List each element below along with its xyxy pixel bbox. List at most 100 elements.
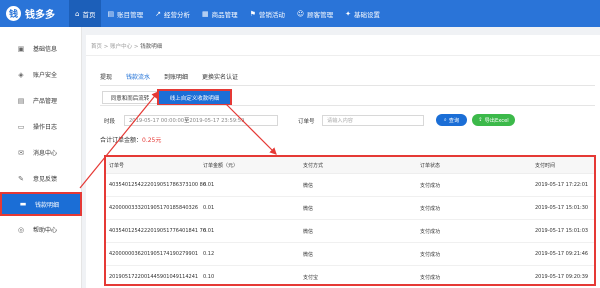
analytics-icon: ↗ (155, 9, 161, 18)
top-navbar: 钱 钱多多 ⌂ 首页 ▤ 账目管理 ↗ 经营分析 ▦ 商品管理 ⚑ 营销活动 ☺ 顾客管理 … (0, 0, 600, 27)
wallet-icon: ▬ (19, 200, 27, 208)
ledger-icon: ▤ (107, 9, 115, 18)
sidebar-item-products[interactable]: ▤ 产品管理 (0, 90, 82, 111)
cell-pay-method: 微信 (303, 252, 314, 258)
subtab-standard-flow[interactable]: 同意和而后流转 (102, 91, 158, 104)
tab-withdraw[interactable]: 提现 (100, 72, 112, 86)
cell-pay-time: 2019-05-17 09:20:39 (535, 274, 589, 280)
cell-amount: 0.10 (203, 274, 215, 280)
nav-item-marketing[interactable]: ⚑ 营销活动 (244, 0, 291, 27)
nav-item-goods[interactable]: ▦ 商品管理 (196, 0, 244, 27)
cell-status: 支付成功 (420, 229, 441, 235)
nav-label: 账目管理 (117, 10, 144, 19)
flag-icon: ⚑ (249, 9, 256, 18)
tab-arrival-detail[interactable]: 到账明细 (164, 72, 188, 86)
cell-order-no: 4035401254222019051776401841 76 (109, 228, 207, 234)
sidebar-item-help[interactable]: ◎ 帮助中心 (0, 219, 82, 240)
nav-label: 顾客管理 (307, 10, 334, 19)
cell-pay-method: 支付宝 (303, 275, 319, 281)
table-row[interactable]: 4200000036201905174190279901 0.12 微信 支付成… (106, 243, 594, 266)
sidebar-item-label: 账户安全 (33, 72, 58, 79)
total-label: 合计订单金额： (100, 137, 143, 144)
settings-icon: ✦ (345, 9, 352, 18)
message-icon: ✉ (18, 148, 24, 157)
nav-label: 首页 (82, 10, 96, 19)
time-label: 时段 (104, 119, 116, 125)
subtab-custom-payment-detail[interactable]: 线上自定义收款明细 (157, 89, 232, 106)
breadcrumb-current: 钱款明细 (140, 44, 163, 50)
sidebar-item-log[interactable]: ▭ 操作日志 (0, 116, 82, 137)
log-icon: ▭ (17, 122, 25, 131)
cell-pay-method: 微信 (303, 183, 314, 189)
table-row[interactable]: 2019051722001445901049114241 0.10 支付宝 支付… (106, 266, 594, 288)
cell-status: 支付成功 (420, 252, 441, 258)
nav-item-ledger[interactable]: ▤ 账目管理 (101, 0, 149, 27)
table-header: 订单号 订单金额（元） 支付方式 订单状态 支付时间 (106, 157, 594, 174)
sidebar-item-label: 意见反馈 (33, 176, 58, 183)
help-icon: ◎ (17, 225, 25, 234)
export-excel-button[interactable]: ⇪ 导出Excel (472, 114, 515, 126)
cell-amount: 0.01 (203, 205, 215, 211)
feedback-icon: ✎ (18, 174, 24, 183)
sidebar-item-messages[interactable]: ✉ 消息中心 (0, 142, 82, 163)
cell-pay-time: 2019-05-17 17:22:01 (535, 182, 589, 188)
tab-bar: 提现 钱款流水 到账明细 更换实名认证 (100, 72, 252, 86)
cell-amount: 0.01 (203, 228, 215, 234)
breadcrumb-account[interactable]: 账户中心 (110, 44, 132, 50)
tab-change-verification[interactable]: 更换实名认证 (202, 72, 238, 86)
nav-label: 经营分析 (163, 10, 190, 19)
tab-underline (100, 85, 595, 86)
cell-pay-time: 2019-05-17 15:01:03 (535, 228, 589, 234)
sidebar-item-label: 操作日志 (33, 124, 58, 131)
brand-logo[interactable]: 钱 钱多多 (6, 6, 55, 21)
header-order-no[interactable]: 订单号 (109, 162, 124, 169)
main-nav: ⌂ 首页 ▤ 账目管理 ↗ 经营分析 ▦ 商品管理 ⚑ 营销活动 ☺ 顾客管理 ✦ 基础设置 (69, 0, 386, 27)
sidebar-item-funds-detail[interactable]: ▬ 钱款明细 (0, 192, 82, 216)
goods-icon: ▦ (201, 9, 209, 18)
tab-fund-flow[interactable]: 钱款流水 (126, 72, 151, 86)
nav-item-customers[interactable]: ☺ 顾客管理 (291, 0, 339, 27)
cell-order-no: 4035401254222019051786373100 86 (109, 182, 207, 188)
cell-pay-time: 2019-05-17 09:21:46 (535, 251, 589, 257)
cell-status: 支付成功 (420, 206, 441, 212)
breadcrumb-home[interactable]: 首页 (91, 44, 102, 50)
sidebar-item-basic-info[interactable]: ▣ 基础信息 (0, 38, 82, 59)
table-row[interactable]: 4035401254222019051776401841 76 0.01 微信 … (106, 220, 594, 243)
sidebar-item-feedback[interactable]: ✎ 意见反馈 (0, 168, 82, 189)
sidebar-item-label: 产品管理 (33, 98, 58, 105)
order-number-input[interactable]: 请输入内容 (322, 115, 424, 126)
cell-order-no: 4200000333201905170185840326 (109, 205, 199, 211)
sidebar-item-label: 基础信息 (33, 46, 58, 53)
info-icon: ▣ (17, 44, 25, 53)
nav-label: 商品管理 (211, 10, 238, 19)
breadcrumb-separator: > (133, 44, 139, 50)
user-icon: ☺ (296, 9, 305, 18)
cell-order-no: 4200000036201905174190279901 (109, 251, 199, 257)
date-end: 2019-05-17 23:59:59 (189, 117, 245, 124)
sidebar: ▣ 基础信息 ◈ 账户安全 ▤ 产品管理 ▭ 操作日志 ✉ 消息中心 ✎ 意见反馈 ▬ 钱款明… (0, 27, 82, 288)
table-row[interactable]: 4200000333201905170185840326 0.01 微信 支付成… (106, 197, 594, 220)
sidebar-item-security[interactable]: ◈ 账户安全 (0, 64, 82, 85)
nav-label: 营销活动 (258, 10, 285, 19)
header-pay-method[interactable]: 支付方式 (303, 162, 323, 169)
header-status[interactable]: 订单状态 (420, 162, 440, 169)
date-range-input[interactable]: 2019-05-17 00:00:00 至 2019-05-17 23:59:5… (124, 115, 278, 126)
export-label: 导出Excel (484, 117, 509, 124)
cell-pay-method: 微信 (303, 229, 314, 235)
cell-status: 支付成功 (420, 183, 441, 189)
subtab-underline (100, 105, 595, 106)
sidebar-item-label: 钱款明细 (35, 201, 60, 209)
nav-item-settings[interactable]: ✦ 基础设置 (339, 0, 386, 27)
header-pay-time[interactable]: 支付时间 (535, 162, 555, 169)
export-icon: ⇪ (478, 117, 483, 123)
nav-item-home[interactable]: ⌂ 首页 (69, 0, 102, 27)
nav-item-analytics[interactable]: ↗ 经营分析 (149, 0, 196, 27)
cell-pay-time: 2019-05-17 15:01:30 (535, 205, 589, 211)
cell-amount: 0.01 (203, 182, 215, 188)
sidebar-item-label: 帮助中心 (33, 227, 58, 234)
query-button[interactable]: ⌕ 查询 (436, 114, 467, 126)
main-panel: 首页 > 账户中心 > 钱款明细 提现 钱款流水 到账明细 更换实名认证 同意和… (86, 35, 600, 288)
home-icon: ⌂ (75, 9, 80, 18)
table-row[interactable]: 4035401254222019051786373100 86 0.01 微信 … (106, 174, 594, 197)
header-amount[interactable]: 订单金额（元） (203, 162, 238, 169)
